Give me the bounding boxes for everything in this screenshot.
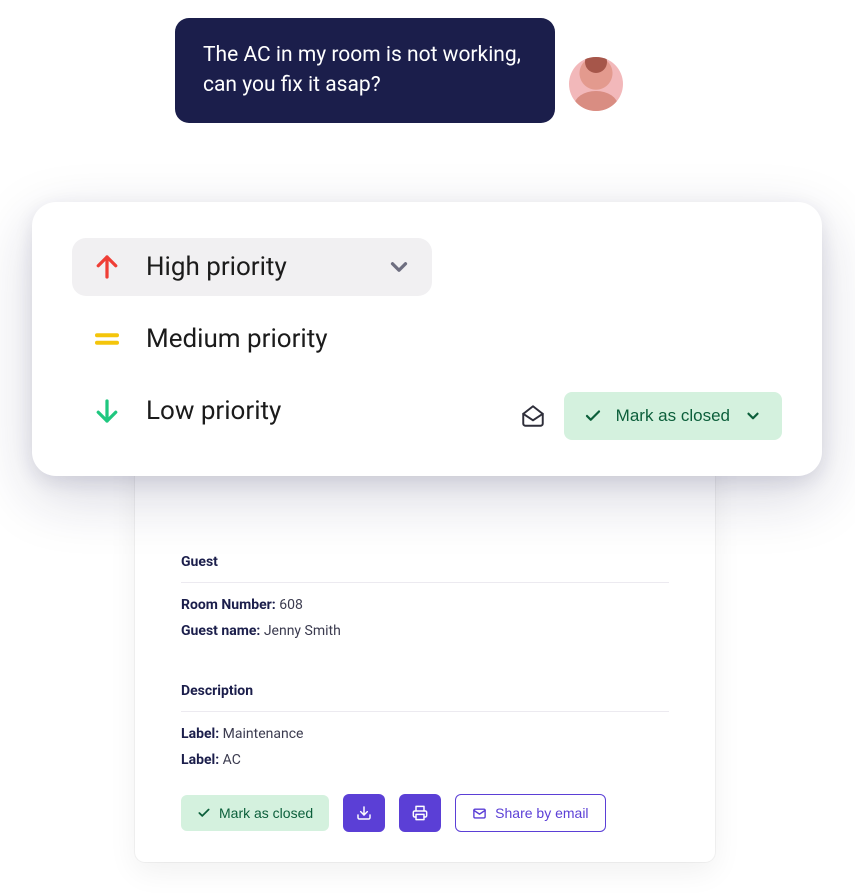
room-number-field: Room Number: 608 [181, 597, 669, 613]
print-icon [412, 805, 428, 821]
priority-option-low[interactable]: Low priority [72, 382, 432, 440]
mail-icon [472, 806, 487, 821]
arrow-up-icon [92, 252, 122, 282]
share-by-email-label: Share by email [495, 805, 588, 821]
room-number-label: Room Number: [181, 597, 276, 613]
guest-section-title: Guest [181, 554, 669, 570]
share-by-email-button[interactable]: Share by email [455, 794, 605, 832]
priority-option-high[interactable]: High priority [72, 238, 432, 296]
equals-icon [92, 324, 122, 354]
mark-as-closed-dropdown-button[interactable]: Mark as closed [564, 392, 782, 440]
priority-option-label: Low priority [146, 396, 281, 426]
description-section-title: Description [181, 683, 669, 699]
chevron-down-icon [386, 254, 412, 280]
priority-popover-card: High priority Medium priority Low priori… [32, 202, 822, 476]
priority-option-label: Medium priority [146, 324, 328, 354]
check-icon [197, 806, 211, 820]
mail-open-icon [520, 403, 546, 429]
description-label-key: Label: [181, 726, 219, 742]
mark-as-closed-label: Mark as closed [219, 805, 313, 821]
guest-name-label: Guest name: [181, 623, 260, 639]
description-label-value: Maintenance [223, 726, 304, 742]
priority-option-label: High priority [146, 252, 287, 282]
ticket-action-row: Mark as closed Share by email [181, 794, 669, 832]
mark-as-closed-label: Mark as closed [616, 406, 730, 426]
description-label-row: Label: AC [181, 752, 669, 768]
mark-closed-row: Mark as closed [520, 392, 782, 440]
mark-as-closed-button[interactable]: Mark as closed [181, 795, 329, 831]
download-button[interactable] [343, 794, 385, 832]
description-label-key: Label: [181, 752, 219, 768]
priority-option-medium[interactable]: Medium priority [72, 310, 432, 368]
check-icon [584, 407, 602, 425]
room-number-value: 608 [279, 597, 303, 613]
description-label-value: AC [223, 752, 241, 768]
print-button[interactable] [399, 794, 441, 832]
guest-avatar [569, 57, 623, 111]
description-label-row: Label: Maintenance [181, 726, 669, 742]
arrow-down-icon [92, 396, 122, 426]
chevron-down-icon [744, 407, 762, 425]
divider [181, 711, 669, 712]
guest-message-text: The AC in my room is not working, can yo… [203, 43, 521, 97]
chat-message-row: The AC in my room is not working, can yo… [175, 18, 623, 123]
guest-chat-bubble: The AC in my room is not working, can yo… [175, 18, 555, 123]
divider [181, 582, 669, 583]
guest-name-value: Jenny Smith [264, 623, 341, 639]
guest-name-field: Guest name: Jenny Smith [181, 623, 669, 639]
download-icon [356, 805, 372, 821]
